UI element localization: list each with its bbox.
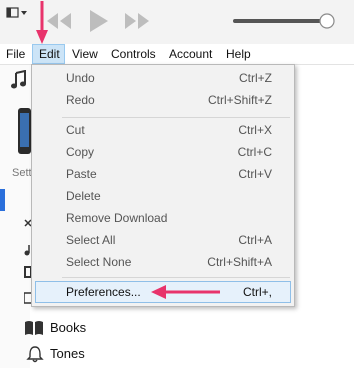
volume-slider[interactable] <box>230 10 340 32</box>
library-item-label: Books <box>50 320 87 335</box>
menu-item-label: Select All <box>66 233 116 247</box>
play-icon[interactable] <box>87 8 109 34</box>
annotation-arrow-preferences <box>151 285 220 299</box>
menu-item-label: Preferences... <box>66 285 141 299</box>
library-item-label: Tones <box>50 346 85 361</box>
library-item-books[interactable]: Books <box>24 318 174 338</box>
menu-item-label: Remove Download <box>66 211 168 225</box>
menu-item-shortcut: Ctrl+A <box>238 233 272 247</box>
menu-item-label: Select None <box>66 255 132 269</box>
menu-item-label: Copy <box>66 145 95 159</box>
menu-edit[interactable]: Edit <box>32 44 65 64</box>
menu-item-shortcut: Ctrl+, <box>242 285 272 299</box>
menu-item-shortcut: Ctrl+C <box>237 145 272 159</box>
fast-forward-icon[interactable] <box>122 10 152 32</box>
sidebar-selection-indicator <box>0 189 5 211</box>
menu-item-shortcut: Ctrl+Z <box>239 71 272 85</box>
menu-file[interactable]: File <box>0 44 31 64</box>
edit-menu-dropdown: Undo Ctrl+Z Redo Ctrl+Shift+Z Cut Ctrl+X… <box>31 64 295 307</box>
menu-item-shortcut: Ctrl+X <box>238 123 272 137</box>
menu-item-shortcut: Ctrl+Shift+A <box>207 255 272 269</box>
menu-help[interactable]: Help <box>220 44 257 64</box>
menu-item-shortcut: Ctrl+V <box>238 167 272 181</box>
music-note-icon[interactable] <box>10 70 28 90</box>
iphone-device-icon[interactable] <box>17 107 32 155</box>
library-item-tones[interactable]: Tones <box>24 344 174 364</box>
player-toolbar <box>0 0 354 44</box>
bell-icon <box>26 346 44 363</box>
menu-controls[interactable]: Controls <box>105 44 162 64</box>
sidebar-toggle-icon[interactable] <box>6 7 28 19</box>
annotation-arrow-edit <box>36 1 48 44</box>
menu-view[interactable]: View <box>66 44 104 64</box>
menu-item-label: Cut <box>66 123 85 137</box>
sidebar-section-label: Sett <box>12 167 32 179</box>
menu-item-label: Paste <box>66 167 97 181</box>
menu-item-shortcut: Ctrl+Shift+Z <box>207 93 272 107</box>
menu-item-label: Undo <box>66 71 95 85</box>
menu-account[interactable]: Account <box>163 44 218 64</box>
menu-separator <box>62 277 290 278</box>
menu-item-label: Delete <box>66 189 101 203</box>
menu-bar: File Edit View Controls Account Help <box>0 44 354 65</box>
menu-item-label: Redo <box>66 93 95 107</box>
menu-separator <box>62 117 290 118</box>
book-icon <box>25 321 43 335</box>
